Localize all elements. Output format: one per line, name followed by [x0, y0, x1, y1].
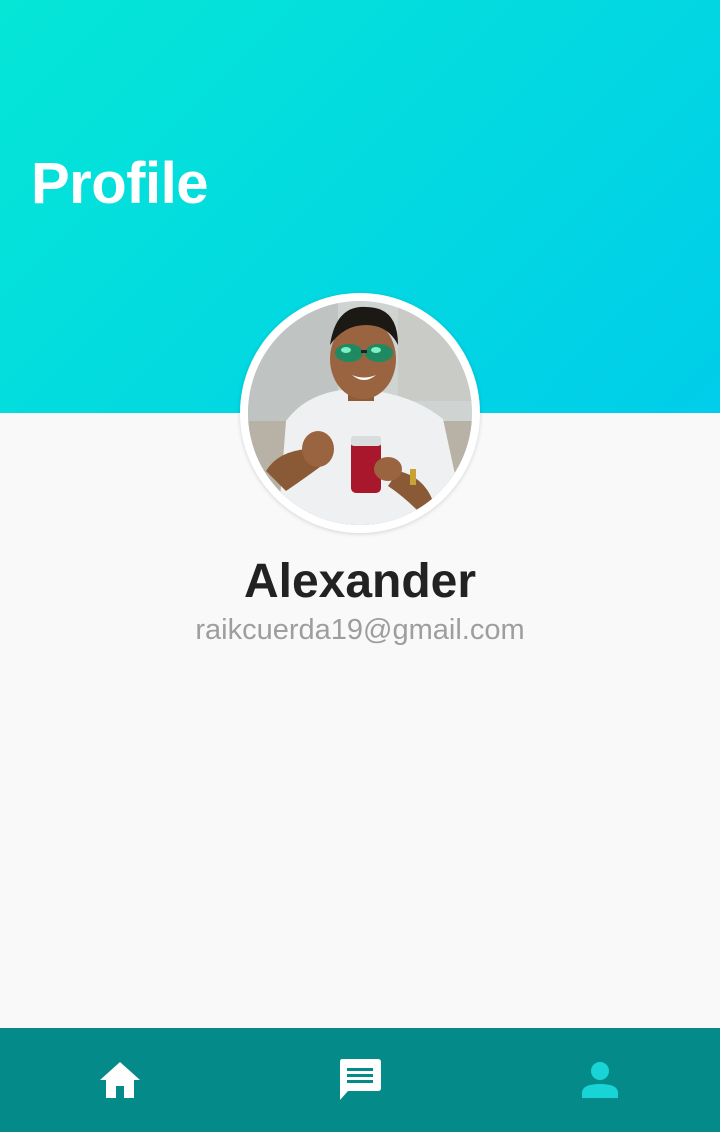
- chat-icon: [340, 1059, 381, 1100]
- avatar[interactable]: [240, 293, 480, 533]
- profile-photo: [248, 301, 472, 525]
- home-icon: [100, 1062, 140, 1098]
- person-icon: [582, 1062, 618, 1098]
- profile-name: Alexander: [243, 555, 477, 608]
- profile-email: raikcuerda19@gmail.com: [195, 614, 525, 646]
- nav-item-home[interactable]: [0, 1028, 240, 1132]
- bottom-navigation: [0, 1028, 720, 1132]
- nav-item-profile[interactable]: [480, 1028, 720, 1132]
- page-title: Profile: [31, 151, 209, 216]
- nav-item-messages[interactable]: [240, 1028, 480, 1132]
